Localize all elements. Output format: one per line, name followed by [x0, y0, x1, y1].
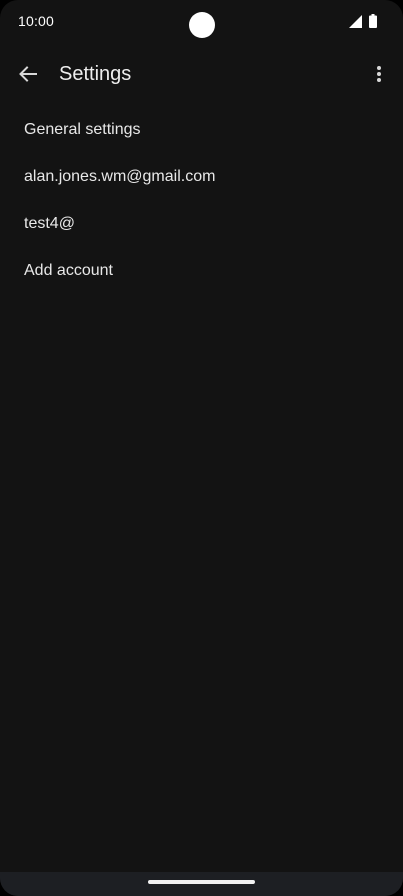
- list-item-label: alan.jones.wm@gmail.com: [24, 167, 216, 185]
- arrow-back-icon: [19, 66, 37, 82]
- status-bar: 10:00: [0, 0, 403, 44]
- signal-icon: [349, 14, 362, 28]
- status-icons: [349, 14, 377, 28]
- list-item-label: Add account: [24, 261, 113, 279]
- list-item-add-account[interactable]: Add account: [0, 247, 403, 294]
- list-item-account-alan[interactable]: alan.jones.wm@gmail.com: [0, 153, 403, 200]
- page-title: Settings: [59, 63, 132, 85]
- status-time: 10:00: [18, 13, 55, 29]
- more-vert-icon: [377, 66, 381, 82]
- list-item-label: General settings: [24, 120, 141, 138]
- settings-list: General settings alan.jones.wm@gmail.com…: [0, 106, 403, 294]
- app-bar: Settings: [0, 52, 403, 98]
- home-gesture-handle[interactable]: [148, 880, 255, 884]
- list-item-label: test4@: [24, 214, 75, 232]
- battery-icon: [369, 14, 377, 28]
- back-button[interactable]: [14, 60, 42, 88]
- navigation-bar: [0, 872, 403, 896]
- camera-cutout: [189, 12, 215, 38]
- phone-screen: 10:00 Settings General settings alan.jon…: [0, 0, 403, 896]
- list-item-general-settings[interactable]: General settings: [0, 106, 403, 153]
- more-options-button[interactable]: [369, 60, 389, 88]
- list-item-account-test4[interactable]: test4@: [0, 200, 403, 247]
